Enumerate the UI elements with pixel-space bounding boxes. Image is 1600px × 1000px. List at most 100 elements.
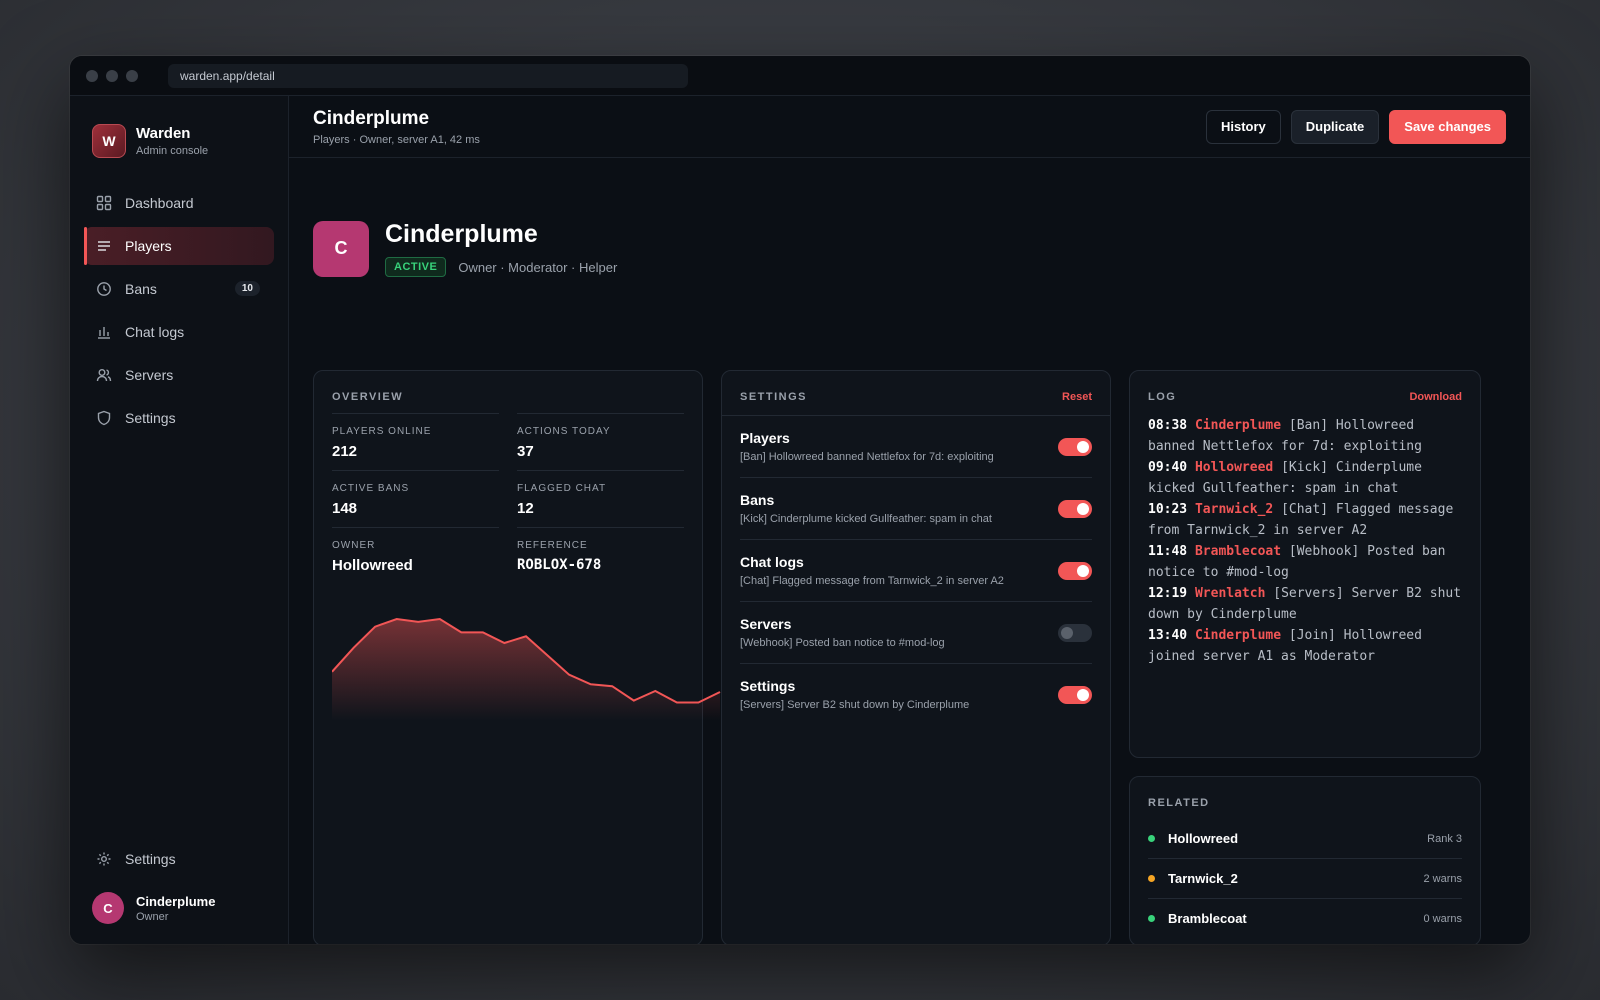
related-item[interactable]: Hollowreed Rank 3 <box>1148 819 1462 858</box>
maximize-window-dot[interactable] <box>126 69 138 82</box>
stat-value: 212 <box>332 443 358 460</box>
download-link[interactable]: Download <box>1409 391 1462 403</box>
overview-stats: PLAYERS ONLINE 212 ACTIONS TODAY 37 ACTI… <box>314 403 702 584</box>
stat-label: PLAYERS ONLINE <box>332 426 432 437</box>
related-card: RELATED Hollowreed Rank 3 Tarnwick_2 2 w… <box>1129 776 1481 944</box>
sidebar-item-bans[interactable]: Bans 10 <box>84 270 274 308</box>
bans-count-badge: 10 <box>234 281 260 296</box>
log-entries: 08:38 Cinderplume [Ban] Hollowreed banne… <box>1130 403 1480 667</box>
bans-toggle[interactable] <box>1058 499 1092 518</box>
players-toggle[interactable] <box>1058 437 1092 456</box>
sidebar-item-servers[interactable]: Servers <box>84 356 274 394</box>
stat-label: REFERENCE <box>517 540 588 551</box>
log-card: LOG Download 08:38 Cinderplume [Ban] Hol… <box>1129 370 1481 758</box>
setting-title: Settings <box>740 678 796 694</box>
related-item[interactable]: Bramblecoat 0 warns <box>1148 898 1462 938</box>
settings-toggle[interactable] <box>1058 685 1092 704</box>
profile-name: Cinderplume <box>385 220 538 248</box>
page-subtitle: Players · Owner, server A1, 42 ms <box>313 133 480 146</box>
log-entry: 11:48 Bramblecoat [Webhook] Posted ban n… <box>1148 541 1462 583</box>
sparkline-area <box>332 619 720 721</box>
bar-chart-icon <box>96 324 112 340</box>
user-role: Owner <box>136 910 169 923</box>
stat-value: ROBLOX-678 <box>517 557 602 573</box>
stat-active-bans: ACTIVE BANS 148 <box>332 470 499 527</box>
save-changes-button[interactable]: Save changes <box>1389 109 1506 144</box>
player-profile: C Cinderplume ACTIVE Owner · Moderator ·… <box>289 158 1530 277</box>
log-time: 08:38 <box>1148 418 1188 433</box>
setting-row-servers: Servers [Webhook] Posted ban notice to #… <box>740 601 1092 663</box>
sidebar-item-dashboard[interactable]: Dashboard <box>84 184 274 222</box>
log-user[interactable]: Hollowreed <box>1195 460 1273 475</box>
stat-value: Hollowreed <box>332 557 413 574</box>
gear-icon <box>96 851 112 867</box>
related-meta: 2 warns <box>1423 872 1462 885</box>
stat-actions-today: ACTIONS TODAY 37 <box>517 413 684 470</box>
status-badge: ACTIVE <box>385 257 447 277</box>
sidebar-item-chat-logs[interactable]: Chat logs <box>84 313 274 351</box>
log-text: [Webhook] Posted ban notice to #mod-log <box>1148 544 1446 580</box>
close-window-dot[interactable] <box>86 69 98 82</box>
log-entry: 12:19 Wrenlatch [Servers] Server B2 shut… <box>1148 583 1462 625</box>
setting-row-chat-logs: Chat logs [Chat] Flagged message from Ta… <box>740 539 1092 601</box>
sidebar-item-label: Chat logs <box>125 324 185 340</box>
reset-link[interactable]: Reset <box>1062 391 1092 403</box>
main-content: Cinderplume Players · Owner, server A1, … <box>289 96 1530 944</box>
sidebar-item-label: Settings <box>125 410 176 426</box>
minimize-window-dot[interactable] <box>106 69 118 82</box>
sidebar-item-label: Servers <box>125 367 174 383</box>
sidebar-nav: Dashboard Players Bans 10 Chat logs Serv… <box>70 184 288 437</box>
stat-reference: REFERENCE ROBLOX-678 <box>517 527 684 584</box>
setting-title: Bans <box>740 492 775 508</box>
grid-icon <box>96 195 112 211</box>
log-text: [Kick] Cinderplume kicked Gullfeather: s… <box>1148 460 1422 496</box>
log-entry: 09:40 Hollowreed [Kick] Cinderplume kick… <box>1148 457 1462 499</box>
stat-flagged-chat: FLAGGED CHAT 12 <box>517 470 684 527</box>
status-dot <box>1148 835 1155 842</box>
status-dot <box>1148 875 1155 882</box>
chat-logs-toggle[interactable] <box>1058 561 1092 580</box>
sidebar-settings-link[interactable]: Settings <box>84 840 274 878</box>
sidebar-item-label: Players <box>125 238 172 254</box>
history-button[interactable]: History <box>1205 109 1281 144</box>
url-bar[interactable]: warden.app/detail <box>168 63 688 88</box>
shield-icon <box>96 410 112 426</box>
log-time: 11:48 <box>1148 544 1188 559</box>
current-user[interactable]: C Cinderplume Owner <box>84 892 274 924</box>
sidebar-item-players[interactable]: Players <box>84 227 274 265</box>
servers-toggle[interactable] <box>1058 623 1092 642</box>
log-time: 12:19 <box>1148 586 1188 601</box>
log-user[interactable]: Wrenlatch <box>1195 586 1265 601</box>
related-list: Hollowreed Rank 3 Tarnwick_2 2 warns Bra… <box>1130 819 1480 938</box>
overview-card: OVERVIEW PLAYERS ONLINE 212 ACTIONS TODA… <box>313 370 721 944</box>
brand-name: Warden <box>136 125 191 142</box>
stat-label: ACTIONS TODAY <box>517 426 611 437</box>
log-user[interactable]: Cinderplume <box>1195 418 1281 433</box>
log-entry: 10:23 Tarnwick_2 [Chat] Flagged message … <box>1148 499 1462 541</box>
sidebar-settings-label: Settings <box>125 851 176 867</box>
log-time: 13:40 <box>1148 628 1188 643</box>
users-icon <box>96 367 112 383</box>
duplicate-button[interactable]: Duplicate <box>1290 109 1380 144</box>
stat-label: FLAGGED CHAT <box>517 483 607 494</box>
settings-list: Players [Ban] Hollowreed banned Nettlefo… <box>722 415 1110 725</box>
clock-icon <box>96 281 112 297</box>
brand-logo: W <box>92 124 126 158</box>
setting-description: [Kick] Cinderplume kicked Gullfeather: s… <box>740 513 992 525</box>
related-meta: 0 warns <box>1423 912 1462 925</box>
header-actions: History Duplicate Save changes <box>1205 109 1506 144</box>
related-item[interactable]: Tarnwick_2 2 warns <box>1148 858 1462 898</box>
setting-description: [Webhook] Posted ban notice to #mod-log <box>740 637 945 649</box>
related-name: Tarnwick_2 <box>1168 871 1238 886</box>
page-header: Cinderplume Players · Owner, server A1, … <box>289 96 1530 158</box>
log-user[interactable]: Tarnwick_2 <box>1195 502 1273 517</box>
sidebar-item-settings[interactable]: Settings <box>84 399 274 437</box>
related-heading: RELATED <box>1148 797 1210 809</box>
avatar: C <box>92 892 124 924</box>
log-user[interactable]: Bramblecoat <box>1195 544 1281 559</box>
log-text: [Chat] Flagged message from Tarnwick_2 i… <box>1148 502 1454 538</box>
log-user[interactable]: Cinderplume <box>1195 628 1281 643</box>
title-bar: warden.app/detail <box>70 56 1530 96</box>
stat-value: 37 <box>517 443 534 460</box>
setting-title: Chat logs <box>740 554 804 570</box>
